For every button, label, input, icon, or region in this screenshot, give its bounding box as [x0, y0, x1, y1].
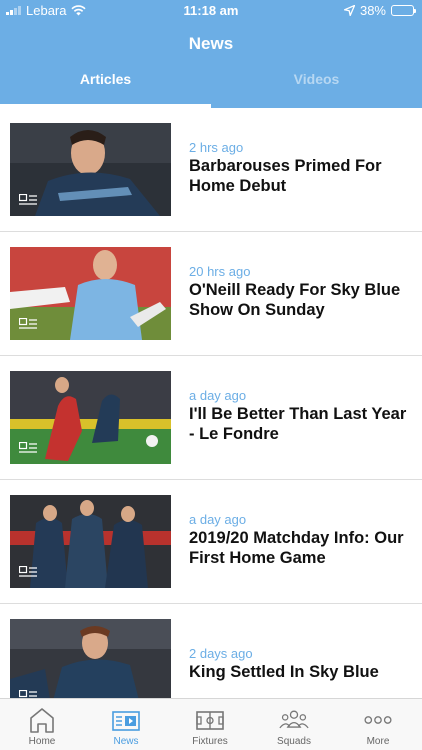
tab-squads[interactable]: Squads — [252, 699, 336, 750]
more-icon — [364, 716, 392, 724]
article-thumbnail — [10, 123, 171, 216]
article-type-icon — [19, 442, 37, 453]
article-thumbnail — [10, 247, 171, 340]
tab-news[interactable]: News — [84, 699, 168, 750]
article-row[interactable]: 20 hrs ago O'Neill Ready For Sky Blue Sh… — [0, 232, 422, 356]
article-row[interactable]: a day ago 2019/20 Matchday Info: Our Fir… — [0, 480, 422, 604]
article-list[interactable]: 2 hrs ago Barbarouses Primed For Home De… — [0, 108, 422, 698]
page-title: News — [188, 34, 234, 53]
article-title[interactable]: I'll Be Better Than Last Year - Le Fondr… — [189, 405, 414, 444]
battery-percent: 38% — [359, 3, 386, 18]
article-title[interactable]: King Settled In Sky Blue — [189, 663, 414, 683]
tab-label: Fixtures — [192, 736, 228, 747]
article-type-icon — [19, 566, 37, 577]
article-title[interactable]: 2019/20 Matchday Info: Our First Home Ga… — [189, 529, 414, 568]
article-time: 2 days ago — [189, 646, 253, 661]
battery-icon — [391, 5, 416, 16]
article-row[interactable]: 2 days ago King Settled In Sky Blue — [0, 604, 422, 698]
article-row[interactable]: 2 hrs ago Barbarouses Primed For Home De… — [0, 108, 422, 232]
article-time: a day ago — [189, 388, 247, 403]
app-header: Lebara 11:18 am 38% News Articles Videos — [0, 0, 422, 108]
bottom-tab-bar: Home News Fixtures Squads More — [0, 698, 422, 750]
article-thumbnail — [10, 495, 171, 588]
tab-home[interactable]: Home — [0, 699, 84, 750]
tab-label: News — [113, 736, 139, 747]
status-bar: Lebara 11:18 am 38% — [0, 0, 422, 22]
article-row[interactable]: a day ago I'll Be Better Than Last Year … — [0, 356, 422, 480]
tab-label: Squads — [277, 736, 311, 747]
tab-fixtures[interactable]: Fixtures — [168, 699, 252, 750]
article-time: 20 hrs ago — [189, 264, 251, 279]
article-type-icon — [19, 690, 37, 698]
tab-articles[interactable]: Articles — [0, 71, 211, 87]
article-time: 2 hrs ago — [189, 140, 244, 155]
squads-icon — [279, 710, 309, 729]
article-title[interactable]: O'Neill Ready For Sky Blue Show On Sunda… — [189, 281, 414, 320]
home-icon — [30, 708, 54, 733]
article-type-icon — [19, 318, 37, 329]
tab-label: Home — [28, 736, 56, 747]
tab-more[interactable]: More — [336, 699, 420, 750]
news-icon — [112, 711, 140, 731]
tab-label: More — [366, 736, 390, 747]
article-type-icon — [19, 194, 37, 205]
location-icon — [343, 5, 355, 16]
article-time: a day ago — [189, 512, 247, 527]
article-thumbnail — [10, 619, 171, 698]
article-title[interactable]: Barbarouses Primed For Home Debut — [189, 157, 414, 196]
fixtures-icon — [196, 711, 224, 730]
article-thumbnail — [10, 371, 171, 464]
tab-videos[interactable]: Videos — [211, 71, 422, 87]
